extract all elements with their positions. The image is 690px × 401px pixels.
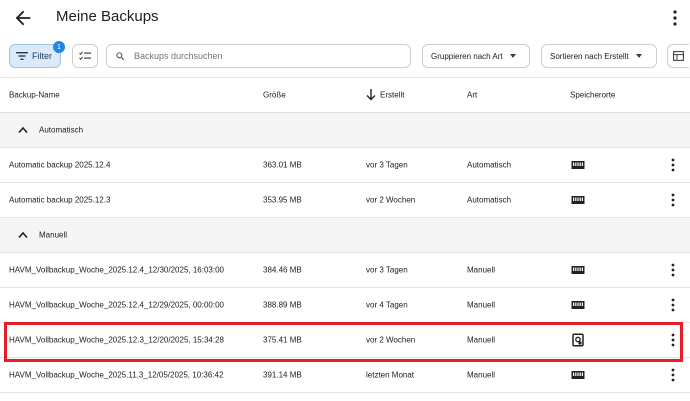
nas-drive-icon xyxy=(571,266,585,274)
group-label: Automatisch xyxy=(39,125,84,135)
backup-name: Automatic backup 2025.12.3 xyxy=(9,195,111,205)
backup-size: 363.01 MB xyxy=(263,160,302,170)
table-header: Backup-Name Größe Erstellt Art Speichero… xyxy=(0,78,690,113)
backups-table: Backup-Name Größe Erstellt Art Speichero… xyxy=(0,78,690,393)
backup-name: HAVM_Vollbackup_Woche_2025.12.4_12/29/20… xyxy=(9,300,224,310)
backup-type: Manuell xyxy=(467,300,496,310)
row-menu-icon[interactable] xyxy=(669,158,677,172)
table-row[interactable]: HAVM_Vollbackup_Woche_2025.12.4_12/29/20… xyxy=(0,288,690,323)
row-menu-icon[interactable] xyxy=(669,193,677,207)
table-row[interactable]: HAVM_Vollbackup_Woche_2025.12.4_12/30/20… xyxy=(0,253,690,288)
backup-size: 388.89 MB xyxy=(263,300,302,310)
backup-created: vor 4 Tagen xyxy=(366,300,408,310)
backup-type: Automatisch xyxy=(467,160,512,170)
nas-drive-icon xyxy=(571,301,585,309)
column-header-name[interactable]: Backup-Name xyxy=(9,91,60,100)
nas-drive-icon xyxy=(571,196,585,204)
chevron-up-icon xyxy=(18,231,28,239)
backup-type: Manuell xyxy=(467,370,496,380)
backup-name: HAVM_Vollbackup_Woche_2025.12.3_12/20/20… xyxy=(9,335,224,345)
backup-name: Automatic backup 2025.12.4 xyxy=(9,160,111,170)
caret-down-icon xyxy=(635,54,642,58)
search-box xyxy=(106,44,411,68)
row-menu-icon[interactable] xyxy=(669,368,677,382)
column-header-locations: Speicherorte xyxy=(570,90,616,100)
group-header-automatic[interactable]: Automatisch xyxy=(0,113,690,148)
backup-created: vor 3 Tagen xyxy=(366,265,408,275)
nas-drive-icon xyxy=(571,161,585,169)
backup-size: 375.41 MB xyxy=(263,335,302,345)
backup-size: 391.14 MB xyxy=(263,370,302,380)
table-row[interactable]: HAVM_Vollbackup_Woche_2025.11.3_12/05/20… xyxy=(0,358,690,393)
backup-created: letzten Monat xyxy=(366,370,415,380)
backup-created: vor 2 Wochen xyxy=(366,335,416,345)
selection-mode-button[interactable] xyxy=(72,44,98,68)
backup-size: 353.95 MB xyxy=(263,195,302,205)
row-menu-icon[interactable] xyxy=(669,298,677,312)
search-icon xyxy=(116,51,125,60)
backup-created: vor 2 Wochen xyxy=(366,195,416,205)
nas-drive-icon xyxy=(571,371,585,379)
search-input[interactable] xyxy=(134,51,394,61)
column-header-size[interactable]: Größe xyxy=(263,91,286,100)
table-row[interactable]: Automatic backup 2025.12.4 363.01 MB vor… xyxy=(0,148,690,183)
table-row[interactable]: Automatic backup 2025.12.3 353.95 MB vor… xyxy=(0,183,690,218)
backup-type: Manuell xyxy=(467,265,496,275)
sort-by-dropdown[interactable]: Sortieren nach Erstellt xyxy=(541,44,657,68)
caret-down-icon xyxy=(509,54,516,58)
backup-size: 384.46 MB xyxy=(263,265,302,275)
backup-type: Automatisch xyxy=(467,195,512,205)
row-menu-icon[interactable] xyxy=(669,263,677,277)
column-header-type[interactable]: Art xyxy=(467,91,477,100)
group-header-manual[interactable]: Manuell xyxy=(0,218,690,253)
table-columns-icon xyxy=(673,51,684,61)
more-options-icon[interactable] xyxy=(670,8,680,28)
group-by-label: Gruppieren nach Art xyxy=(431,51,503,61)
sort-descending-icon[interactable] xyxy=(366,89,376,101)
backup-created: vor 3 Tagen xyxy=(366,160,408,170)
table-row[interactable]: HAVM_Vollbackup_Woche_2025.12.3_12/20/20… xyxy=(0,323,690,358)
sort-by-label: Sortieren nach Erstellt xyxy=(550,51,629,61)
backup-name: HAVM_Vollbackup_Woche_2025.11.3_12/05/20… xyxy=(9,370,224,380)
filter-toolbar: Filter 1 Gruppieren nach Art Sortieren n… xyxy=(0,36,690,78)
chevron-up-icon xyxy=(18,126,28,134)
back-arrow-icon[interactable] xyxy=(12,7,34,29)
group-by-dropdown[interactable]: Gruppieren nach Art xyxy=(422,44,530,68)
column-header-created[interactable]: Erstellt xyxy=(380,91,404,100)
filter-label: Filter xyxy=(32,51,52,61)
page-title: Meine Backups xyxy=(56,8,159,25)
group-label: Manuell xyxy=(39,230,68,240)
row-menu-icon[interactable] xyxy=(669,333,677,347)
backup-type: Manuell xyxy=(467,335,496,345)
local-storage-icon xyxy=(572,333,584,347)
filter-count-badge: 1 xyxy=(53,41,65,53)
backup-name: HAVM_Vollbackup_Woche_2025.12.4_12/30/20… xyxy=(9,265,224,275)
top-app-bar: Meine Backups xyxy=(0,0,690,36)
filter-icon xyxy=(16,52,28,60)
checklist-icon xyxy=(79,51,91,60)
column-settings-button[interactable] xyxy=(667,44,689,68)
